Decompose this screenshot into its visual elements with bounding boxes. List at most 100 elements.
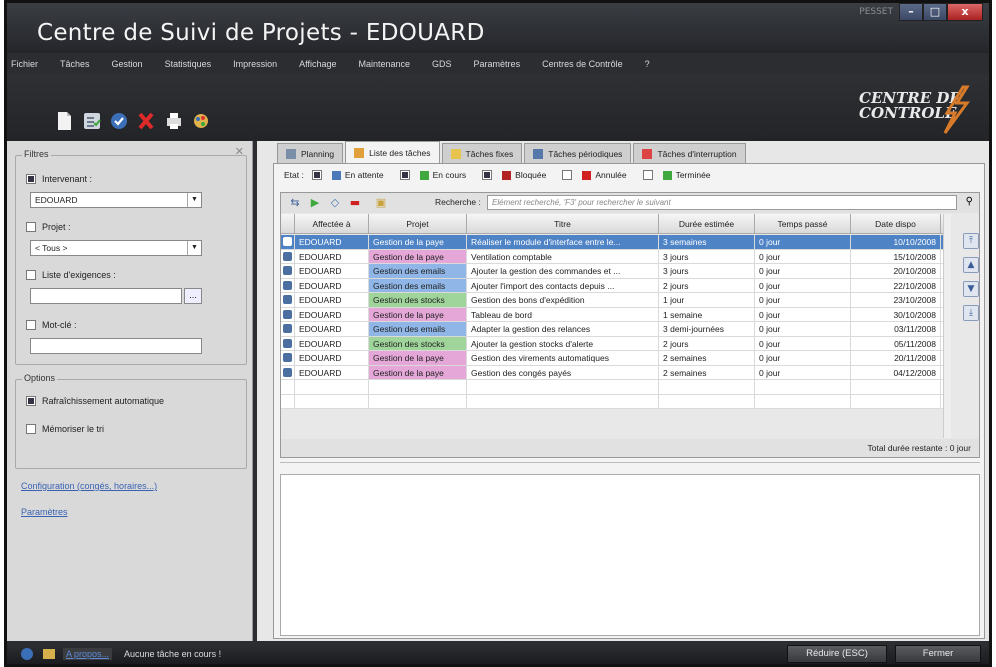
play-icon[interactable]: ▶: [309, 197, 321, 209]
table-row[interactable]: EDOUARD Gestion des stocks Gestion des bon…: [281, 293, 943, 308]
validate-list-icon[interactable]: [83, 111, 101, 131]
menu-item-4[interactable]: Impression: [233, 55, 277, 73]
search-input[interactable]: Elément recherché, 'F3' pour rechercher …: [487, 195, 957, 210]
motcle-field[interactable]: [30, 338, 202, 354]
menu-item-2[interactable]: Gestion: [112, 55, 143, 73]
row-status-cell: [281, 278, 295, 292]
exigences-field[interactable]: [30, 288, 182, 304]
splitter[interactable]: [280, 462, 980, 466]
move-top-button[interactable]: ⤒: [963, 233, 979, 249]
about-link[interactable]: A propos...: [63, 648, 113, 660]
table-row[interactable]: EDOUARD Gestion de la paye Gestion des con…: [281, 365, 943, 380]
stop-icon[interactable]: ▬: [349, 197, 361, 209]
state-filter-0[interactable]: En attente: [311, 170, 384, 180]
remember-sort-checkbox[interactable]: [26, 424, 36, 434]
remember-sort-option[interactable]: Mémoriser le tri: [26, 424, 104, 434]
table-row[interactable]: EDOUARD Gestion des emails Ajouter la gest…: [281, 264, 943, 279]
menu-item-9[interactable]: Centres de Contrôle: [542, 55, 623, 73]
table-row[interactable]: EDOUARD Gestion de la paye Réaliser le mod…: [281, 235, 943, 250]
exigences-browse-button[interactable]: ...: [184, 288, 202, 304]
close-window-button[interactable]: x: [947, 3, 983, 21]
menu-item-3[interactable]: Statistiques: [165, 55, 212, 73]
delete-icon[interactable]: [137, 111, 155, 131]
cell-duree: 1 jour: [659, 293, 755, 307]
projet-filter[interactable]: Projet :: [26, 222, 71, 232]
menu-item-8[interactable]: Paramètres: [474, 55, 521, 73]
cell-duree: 2 jours: [659, 278, 755, 292]
menu-item-5[interactable]: Affichage: [299, 55, 336, 73]
move-bottom-button[interactable]: ⤓: [963, 305, 979, 321]
close-button[interactable]: Fermer: [895, 645, 981, 663]
state-checkbox[interactable]: [311, 170, 322, 180]
menu-item-10[interactable]: ?: [645, 55, 650, 73]
intervenant-filter[interactable]: Intervenant :: [26, 174, 92, 184]
table-row[interactable]: EDOUARD Gestion de la paye Tableau de bord…: [281, 307, 943, 322]
mail-icon[interactable]: [43, 649, 55, 659]
table-row[interactable]: EDOUARD Gestion de la paye Gestion des vir…: [281, 351, 943, 366]
reduce-button[interactable]: Réduire (ESC): [787, 645, 887, 663]
tab-0[interactable]: Planning: [277, 143, 344, 163]
cell-assignee: EDOUARD: [295, 293, 369, 307]
pause-icon[interactable]: ◇: [329, 197, 341, 209]
exigences-filter[interactable]: Liste d'exigences :: [26, 270, 116, 280]
menu-item-0[interactable]: Fichier: [11, 55, 38, 73]
menu-item-1[interactable]: Tâches: [60, 55, 90, 73]
state-checkbox[interactable]: [642, 170, 653, 180]
auto-refresh-option[interactable]: Rafraîchissement automatique: [26, 396, 164, 406]
help-icon[interactable]: [21, 648, 33, 660]
menu-item-7[interactable]: GDS: [432, 55, 452, 73]
minimize-button[interactable]: –: [899, 3, 923, 21]
column-header-3[interactable]: Durée estimée: [659, 214, 755, 233]
row-status-cell: [281, 322, 295, 336]
table-row[interactable]: EDOUARD Gestion des emails Ajouter l'impor…: [281, 278, 943, 293]
column-header-2[interactable]: Titre: [467, 214, 659, 233]
settings-palette-icon[interactable]: [192, 111, 210, 131]
cell-temps: 0 jour: [755, 278, 851, 292]
tab-1[interactable]: Liste des tâches: [345, 141, 440, 163]
cell-duree: 1 semaine: [659, 307, 755, 321]
projet-select[interactable]: < Tous > ▼: [30, 240, 202, 256]
state-filter-3[interactable]: Annulée: [562, 170, 627, 180]
intervenant-select[interactable]: EDOUARD ▼: [30, 192, 202, 208]
tab-3[interactable]: Tâches périodiques: [524, 143, 632, 163]
check-icon[interactable]: [110, 111, 128, 131]
motcle-checkbox[interactable]: [26, 320, 36, 330]
clipboard-icon[interactable]: ▣: [375, 197, 387, 209]
column-header-5[interactable]: Date dispo: [851, 214, 941, 233]
column-header-1[interactable]: Projet: [369, 214, 467, 233]
move-up-button[interactable]: ▲: [963, 257, 979, 273]
state-filter-4[interactable]: Terminée: [642, 170, 711, 180]
intervenant-checkbox[interactable]: [26, 174, 36, 184]
refresh-grid-icon[interactable]: ⇆: [289, 197, 301, 209]
table-row[interactable]: EDOUARD Gestion des stocks Ajouter la gest…: [281, 336, 943, 351]
state-filter-1[interactable]: En cours: [399, 170, 466, 180]
state-checkbox[interactable]: [399, 170, 410, 180]
state-filter-2[interactable]: Bloquée: [482, 170, 546, 180]
column-header-0[interactable]: Affectée à: [295, 214, 369, 233]
state-checkbox[interactable]: [562, 170, 573, 180]
binoculars-icon[interactable]: ⚲: [966, 196, 973, 207]
menu-item-6[interactable]: Maintenance: [358, 55, 410, 73]
tab-4[interactable]: Tâches d'interruption: [633, 143, 746, 163]
projet-checkbox[interactable]: [26, 222, 36, 232]
cell-duree: 2 semaines: [659, 365, 755, 379]
tab-2[interactable]: Tâches fixes: [441, 143, 523, 163]
params-link[interactable]: Paramètres: [21, 507, 68, 517]
grid-scrollbar[interactable]: [943, 214, 951, 438]
table-row[interactable]: EDOUARD Gestion des emails Adapter la gest…: [281, 322, 943, 337]
column-header-4[interactable]: Temps passé: [755, 214, 851, 233]
auto-refresh-checkbox[interactable]: [26, 396, 36, 406]
cell-duree: 3 semaines: [659, 235, 755, 249]
exigences-checkbox[interactable]: [26, 270, 36, 280]
config-link[interactable]: Configuration (congés, horaires...): [21, 481, 157, 491]
print-icon[interactable]: [165, 111, 183, 131]
new-document-icon[interactable]: [55, 111, 73, 131]
move-down-button[interactable]: ▼: [963, 281, 979, 297]
state-checkbox[interactable]: [482, 170, 493, 180]
maximize-button[interactable]: □: [923, 3, 947, 21]
motcle-filter[interactable]: Mot-clé :: [26, 320, 77, 330]
row-status-cell: [281, 307, 295, 321]
cell-temps: 0 jour: [755, 307, 851, 321]
app-window: Centre de Suivi de Projets - EDOUARD PES…: [4, 0, 992, 667]
table-row[interactable]: EDOUARD Gestion de la paye Ventilation com…: [281, 249, 943, 264]
